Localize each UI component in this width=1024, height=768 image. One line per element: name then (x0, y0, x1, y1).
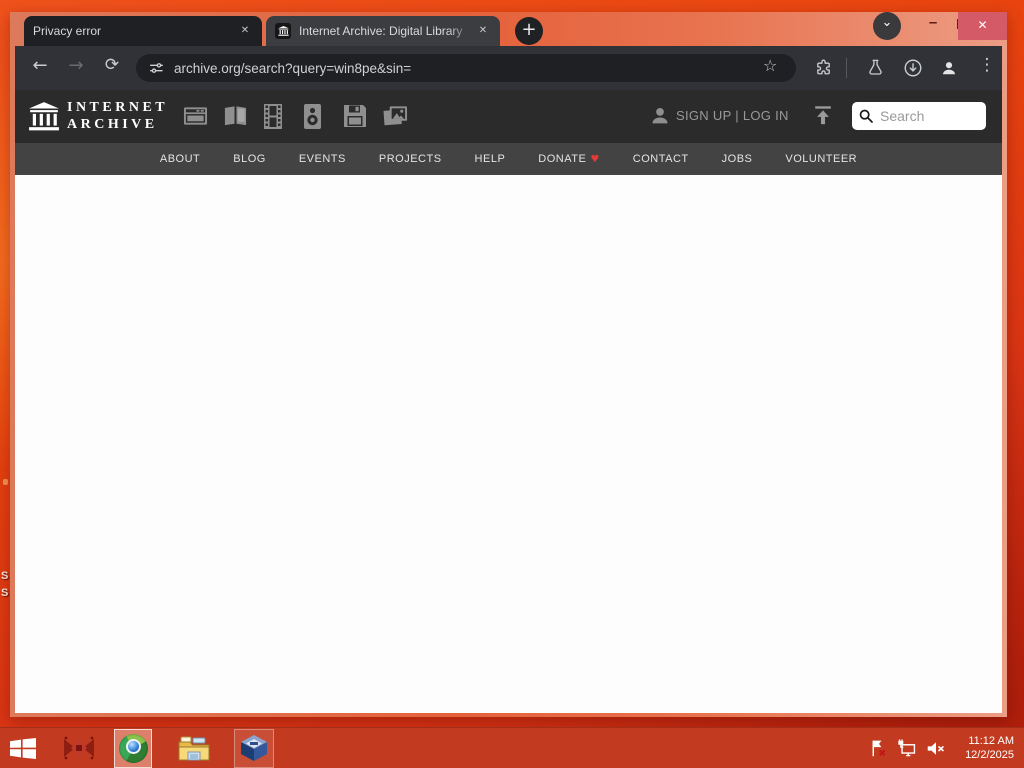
red-app-icon (64, 736, 94, 760)
internet-archive-logo[interactable] (28, 102, 60, 131)
minimize-button[interactable]: – (920, 10, 946, 38)
clock-time: 11:12 AM (968, 735, 1014, 747)
url-text[interactable]: archive.org/search?query=win8pe&sin= (174, 61, 411, 76)
labs-flask-icon[interactable] (866, 58, 885, 77)
nav-blog[interactable]: BLOG (233, 153, 266, 165)
downloads-icon[interactable] (903, 58, 923, 78)
file-explorer-icon (178, 736, 210, 760)
desktop: S S Privacy error ✕ Internet Archive: Di… (0, 0, 1024, 768)
menu-kebab-icon[interactable]: ⋮ (977, 55, 997, 75)
tab-internet-archive[interactable]: Internet Archive: Digital Library ✕ (266, 16, 500, 46)
user-person-icon[interactable] (649, 105, 671, 127)
nav-donate[interactable]: DONATE ♥ (538, 153, 600, 165)
heart-icon: ♥ (590, 153, 600, 165)
desktop-icon-fragment (3, 479, 8, 485)
browser-toolbar: ← → ⟳ archive.org/search?query=win8pe&si… (15, 46, 1002, 90)
tab-title: Privacy error (33, 24, 102, 38)
start-button[interactable] (0, 729, 46, 768)
audio-media-icon[interactable] (303, 104, 322, 129)
search-icon (859, 109, 873, 123)
images-media-icon[interactable] (383, 104, 408, 128)
virtualbox-icon (241, 735, 267, 761)
new-tab-button[interactable]: + (515, 17, 543, 45)
page-content-blank (15, 175, 1002, 713)
tab-strip: Privacy error ✕ Internet Archive: Digita… (15, 10, 1007, 46)
action-center-flag-icon[interactable] (870, 738, 888, 758)
tune-icon[interactable] (148, 60, 164, 76)
forward-icon[interactable]: → (63, 55, 89, 76)
nav-about[interactable]: ABOUT (160, 153, 200, 165)
search-input[interactable] (880, 108, 976, 124)
nav-projects[interactable]: PROJECTS (379, 153, 442, 165)
reload-icon[interactable]: ⟳ (99, 55, 125, 75)
close-button[interactable]: ✕ (958, 12, 1007, 40)
wordmark-line1: INTERNET (67, 100, 169, 115)
close-icon[interactable]: ✕ (236, 22, 254, 40)
red-app-button[interactable] (58, 729, 100, 768)
clock-date: 12/2/2025 (965, 749, 1014, 761)
taskbar-clock[interactable]: 11:12 AM 12/2/2025 (954, 734, 1014, 762)
system-tray (870, 738, 946, 758)
web-media-icon[interactable] (183, 104, 208, 128)
nav-jobs[interactable]: JOBS (722, 153, 753, 165)
archive-nav-bar: ABOUT BLOG EVENTS PROJECTS HELP DONATE ♥ … (15, 143, 1002, 175)
network-icon[interactable] (897, 738, 917, 758)
address-bar[interactable]: archive.org/search?query=win8pe&sin= (136, 54, 796, 82)
desktop-icon-label-fragment: S (1, 587, 9, 599)
internet-archive-wordmark[interactable]: INTERNET ARCHIVE (67, 99, 168, 133)
signup-login-link[interactable]: SIGN UP | LOG IN (676, 108, 789, 123)
nav-contact[interactable]: CONTACT (633, 153, 689, 165)
tab-title: Internet Archive: Digital Library (299, 24, 463, 38)
texts-media-icon[interactable] (223, 104, 248, 128)
internet-archive-favicon (275, 23, 291, 39)
windows-logo-icon (10, 737, 36, 759)
wordmark-line2: ARCHIVE (67, 117, 158, 132)
tab-privacy-error[interactable]: Privacy error ✕ (24, 16, 262, 46)
close-icon[interactable]: ✕ (474, 22, 492, 40)
taskbar: 11:12 AM 12/2/2025 (0, 727, 1024, 768)
site-search-box[interactable] (852, 102, 986, 130)
back-icon[interactable]: ← (27, 55, 53, 76)
volume-muted-icon[interactable] (926, 739, 946, 758)
chrome-taskbar-button[interactable] (114, 728, 152, 768)
profile-icon[interactable] (939, 58, 959, 78)
nav-events[interactable]: EVENTS (299, 153, 346, 165)
chrome-icon (118, 733, 148, 763)
chrome-ball (125, 738, 141, 754)
upload-icon[interactable] (812, 104, 834, 126)
virtualbox-button[interactable] (234, 728, 274, 768)
extensions-icon[interactable] (814, 58, 833, 77)
file-explorer-button[interactable] (174, 729, 214, 768)
software-media-icon[interactable] (343, 104, 367, 128)
nav-help[interactable]: HELP (475, 153, 506, 165)
desktop-icon-label-fragment: S (1, 570, 9, 582)
tab-search-button[interactable]: ⌄ (873, 12, 901, 40)
toolbar-divider (846, 58, 847, 78)
bookmark-star-icon[interactable]: ☆ (763, 56, 777, 75)
nav-volunteer[interactable]: VOLUNTEER (785, 153, 857, 165)
chevron-down-icon: ⌄ (881, 15, 893, 30)
nav-donate-label: DONATE (538, 153, 587, 165)
browser-window: Privacy error ✕ Internet Archive: Digita… (10, 12, 1007, 717)
video-media-icon[interactable] (263, 104, 283, 129)
internet-archive-header: INTERNET ARCHIVE SIGN UP | LOG IN (15, 90, 1002, 143)
